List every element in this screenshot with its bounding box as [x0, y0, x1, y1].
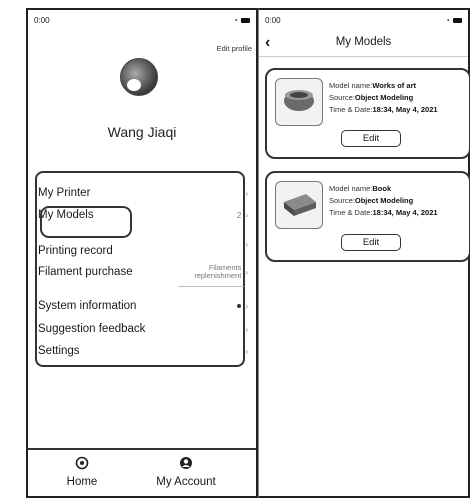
model-card[interactable]: Model name:Works of art Source:Object Mo… [265, 68, 470, 159]
menu-item-printing-record[interactable]: Printing record › [38, 239, 248, 259]
model-name-label: Model name: [329, 81, 373, 90]
menu-item-label: Suggestion feedback [38, 323, 146, 335]
tab-label: My Account [156, 476, 216, 488]
time-label: Time & Date: [329, 208, 373, 217]
tab-home[interactable]: Home [42, 456, 122, 488]
menu-item-label: Settings [38, 345, 80, 357]
account-icon [146, 456, 226, 472]
username: Wang Jiaqi [107, 124, 177, 140]
model-source: Object Modeling [354, 93, 414, 102]
chevron-right-icon: › [245, 239, 248, 249]
my-models-screen: 0:00 ◔ ‹ My Models Model name:Works of a… [258, 8, 470, 498]
chevron-right-icon: › [245, 301, 248, 311]
source-label: Source: [329, 93, 355, 102]
model-name-label: Model name: [329, 184, 373, 193]
tab-label: Home [66, 476, 98, 488]
menu-divider [178, 286, 244, 287]
model-card[interactable]: Model name:Book Source:Object Modeling T… [265, 171, 470, 262]
edit-button[interactable]: Edit [341, 130, 401, 147]
highlight-ring [40, 206, 132, 238]
status-time: 0:00 [34, 15, 50, 25]
battery-icon [453, 17, 462, 23]
menu-item-settings[interactable]: Settings › [38, 343, 248, 359]
status-bar: 0:00 ◔ [259, 10, 468, 30]
chevron-right-icon: › [245, 267, 248, 277]
status-bar: 0:00 ◔ [28, 10, 256, 30]
menu-item-suggestion-feedback[interactable]: Suggestion feedback › [38, 321, 248, 337]
tab-my-account[interactable]: My Account [146, 456, 226, 488]
menu-item-label: System information [38, 300, 137, 312]
edit-profile-link[interactable]: Edit profile [217, 44, 252, 53]
model-thumbnail [275, 181, 323, 229]
chevron-right-icon: › [245, 324, 248, 334]
avatar[interactable] [120, 58, 158, 96]
status-time: 0:00 [265, 15, 281, 25]
menu-item-label: Printing record [38, 245, 113, 257]
source-label: Source: [329, 196, 355, 205]
wifi-icon: ◔ [445, 15, 450, 25]
menu-item-system-information[interactable]: System information › [38, 298, 248, 314]
page-title: My Models [335, 36, 392, 48]
menu-item-my-printer[interactable]: My Printer › [38, 185, 248, 201]
chevron-right-icon: › [245, 346, 248, 356]
filament-note-2: replenishment [194, 271, 242, 280]
account-screen: 0:00 ◔ Edit profile Wang Jiaqi My Printe… [26, 8, 258, 498]
chevron-right-icon: › [245, 210, 248, 220]
wifi-icon: ◔ [233, 15, 238, 25]
model-info: Model name:Works of art Source:Object Mo… [329, 80, 438, 116]
edit-button[interactable]: Edit [341, 234, 401, 251]
menu-item-label: Filament purchase [38, 266, 133, 278]
model-time: 18:34, May 4, 2021 [372, 105, 438, 114]
notification-dot [237, 304, 242, 308]
time-label: Time & Date: [329, 105, 373, 114]
model-name: Works of art [372, 81, 416, 90]
menu-item-filament-purchase[interactable]: Filament purchase Filaments replenishmen… [38, 264, 248, 280]
battery-icon [241, 17, 250, 23]
tab-bar: Home My Account [28, 448, 256, 496]
model-info: Model name:Book Source:Object Modeling T… [329, 183, 438, 219]
model-thumbnail [275, 78, 323, 126]
models-count: 2 [236, 210, 242, 220]
menu-item-label: My Printer [38, 187, 91, 199]
model-name: Book [372, 184, 392, 193]
model-time: 18:34, May 4, 2021 [372, 208, 438, 217]
chevron-right-icon: › [245, 188, 248, 198]
model-source: Object Modeling [354, 196, 414, 205]
home-icon [42, 456, 122, 472]
nav-bar: ‹ My Models [259, 30, 468, 57]
